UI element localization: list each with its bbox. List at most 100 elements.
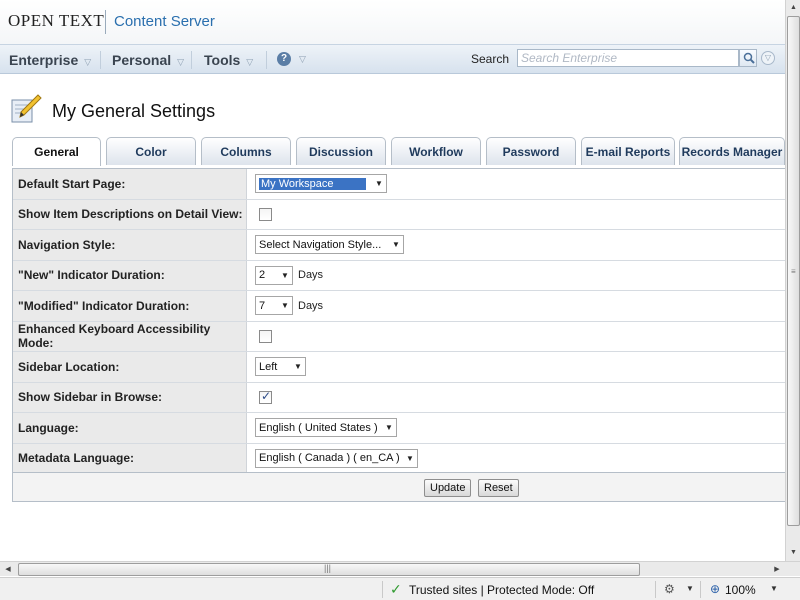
status-divider (655, 581, 656, 598)
metadata-language-select[interactable]: English ( Canada ) ( en_CA ) ▼ (255, 448, 418, 468)
sidebar-location-select[interactable]: Left ▼ (255, 357, 306, 377)
setting-label: Language: (13, 413, 247, 443)
chevron-down-icon[interactable]: ▼ (686, 584, 694, 593)
show-sidebar-checkbox[interactable] (259, 389, 272, 404)
zoom-icon: ⊕ (710, 582, 721, 596)
magnifier-icon (743, 52, 755, 64)
setting-label: Show Sidebar in Browse: (13, 382, 247, 412)
horizontal-scrollbar[interactable]: ◀ ||| ▶ (0, 561, 800, 576)
setting-label: Sidebar Location: (13, 352, 247, 382)
status-divider (382, 581, 383, 598)
search-button[interactable] (739, 49, 757, 67)
nav-divider (191, 51, 192, 69)
keyboard-accessibility-checkbox[interactable] (259, 329, 272, 343)
zoom-level[interactable]: 100% (725, 583, 756, 597)
pencil-edit-icon (11, 94, 42, 123)
nav-menu-enterprise[interactable]: Enterprise ▽ (9, 52, 91, 68)
grip-icon: ||| (324, 563, 332, 573)
item-descriptions-checkbox[interactable] (259, 207, 272, 221)
reset-button[interactable]: Reset (478, 479, 519, 497)
setting-label: "New" Indicator Duration: (13, 260, 247, 290)
vertical-scrollbar[interactable]: ▲ ≡ ▼ (785, 0, 800, 561)
setting-row: Metadata Language: English ( Canada ) ( … (13, 443, 785, 474)
navigation-style-select[interactable]: Select Navigation Style... ▼ (255, 235, 404, 255)
nav-divider (266, 51, 267, 69)
browser-status-bar: ✓ Trusted sites | Protected Mode: Off ⚙ … (0, 577, 800, 600)
setting-row: "New" Indicator Duration: 2 ▼ Days (13, 260, 785, 291)
select-value: English ( Canada ) ( en_CA ) (259, 452, 400, 465)
opentext-logo: OPEN TEXT (8, 11, 105, 30)
security-settings-icon[interactable]: ⚙ (664, 582, 675, 596)
nav-menu-personal[interactable]: Personal ▽ (112, 52, 184, 68)
nav-menu-label: Tools (204, 52, 241, 68)
setting-label: "Modified" Indicator Duration: (13, 291, 247, 321)
default-start-page-select[interactable]: My Workspace ▼ (255, 174, 387, 194)
settings-tabs: General Color Columns Discussion Workflo… (12, 137, 785, 166)
modified-indicator-duration-select[interactable]: 7 ▼ (255, 296, 293, 316)
tab-workflow[interactable]: Workflow (391, 137, 481, 165)
select-value: Select Navigation Style... (259, 238, 382, 251)
search-options-icon[interactable]: ▽ (761, 51, 775, 65)
scroll-down-arrow-icon[interactable]: ▼ (787, 546, 800, 560)
form-actions: Update Reset (12, 472, 785, 502)
scrollbar-thumb[interactable]: ||| (18, 563, 640, 576)
nav-menu-label: Personal (112, 52, 172, 68)
unit-label: Days (298, 299, 324, 312)
tab-email-reports[interactable]: E-mail Reports (581, 137, 675, 165)
setting-row: Show Item Descriptions on Detail View: (13, 199, 785, 230)
nav-menu-tools[interactable]: Tools ▽ (204, 52, 253, 68)
chevron-down-icon[interactable]: ▼ (770, 584, 778, 593)
scroll-left-arrow-icon[interactable]: ◀ (1, 563, 15, 576)
search-input[interactable] (517, 49, 739, 67)
scroll-right-arrow-icon[interactable]: ▶ (770, 563, 784, 576)
dropdown-arrow-icon: ▼ (375, 179, 383, 189)
select-value: 7 (259, 299, 266, 312)
select-value: English ( United States ) (259, 421, 378, 434)
brand-header: OPEN TEXT Content Server (0, 0, 785, 44)
new-indicator-duration-select[interactable]: 2 ▼ (255, 265, 293, 285)
setting-row: Show Sidebar in Browse: (13, 382, 785, 413)
setting-row: Language: English ( United States ) ▼ (13, 413, 785, 444)
setting-label: Navigation Style: (13, 230, 247, 260)
help-icon[interactable]: ? (277, 52, 291, 66)
dropdown-arrow-icon: ▼ (385, 423, 393, 433)
dropdown-arrow-icon: ▼ (392, 240, 400, 250)
setting-row: Default Start Page: My Workspace ▼ (13, 169, 785, 200)
checkmark-icon: ✓ (390, 581, 402, 597)
dropdown-arrow-icon: ▼ (281, 270, 289, 280)
setting-row: Navigation Style: Select Navigation Styl… (13, 230, 785, 261)
select-value: My Workspace (259, 177, 366, 190)
chevron-down-icon: ▽ (246, 57, 254, 67)
setting-label: Default Start Page: (13, 169, 247, 199)
nav-divider (100, 51, 101, 69)
setting-row: Enhanced Keyboard Accessibility Mode: (13, 321, 785, 352)
select-value: Left (259, 360, 278, 373)
update-button[interactable]: Update (424, 479, 472, 497)
product-name: Content Server (114, 13, 215, 30)
tab-password[interactable]: Password (486, 137, 576, 165)
setting-row: "Modified" Indicator Duration: 7 ▼ Days (13, 291, 785, 322)
nav-menu-label: Enterprise (9, 52, 79, 68)
language-select[interactable]: English ( United States ) ▼ (255, 418, 397, 438)
dropdown-arrow-icon: ▼ (294, 362, 302, 372)
tab-discussion[interactable]: Discussion (296, 137, 386, 165)
search-label: Search (471, 52, 510, 66)
tab-columns[interactable]: Columns (201, 137, 291, 165)
tab-general[interactable]: General (12, 137, 101, 166)
logo-divider (105, 10, 106, 34)
main-nav: Enterprise ▽ Personal ▽ Tools ▽ ? ▽ Search … (0, 44, 785, 74)
page-title: My General Settings (52, 101, 216, 121)
tab-color[interactable]: Color (106, 137, 196, 165)
grip-icon: ≡ (791, 267, 796, 276)
chevron-down-icon: ▽ (177, 57, 185, 67)
setting-row: Sidebar Location: Left ▼ (13, 352, 785, 383)
setting-label: Enhanced Keyboard Accessibility Mode: (13, 321, 247, 351)
scroll-up-arrow-icon[interactable]: ▲ (787, 1, 800, 15)
scrollbar-thumb[interactable]: ≡ (787, 16, 800, 526)
status-divider (700, 581, 701, 598)
setting-label: Metadata Language: (13, 443, 247, 473)
chevron-down-icon[interactable]: ▽ (299, 54, 306, 65)
tab-records-manager[interactable]: Records Manager (679, 137, 785, 165)
setting-label: Show Item Descriptions on Detail View: (13, 199, 247, 229)
security-zone-text[interactable]: Trusted sites | Protected Mode: Off (409, 583, 594, 597)
